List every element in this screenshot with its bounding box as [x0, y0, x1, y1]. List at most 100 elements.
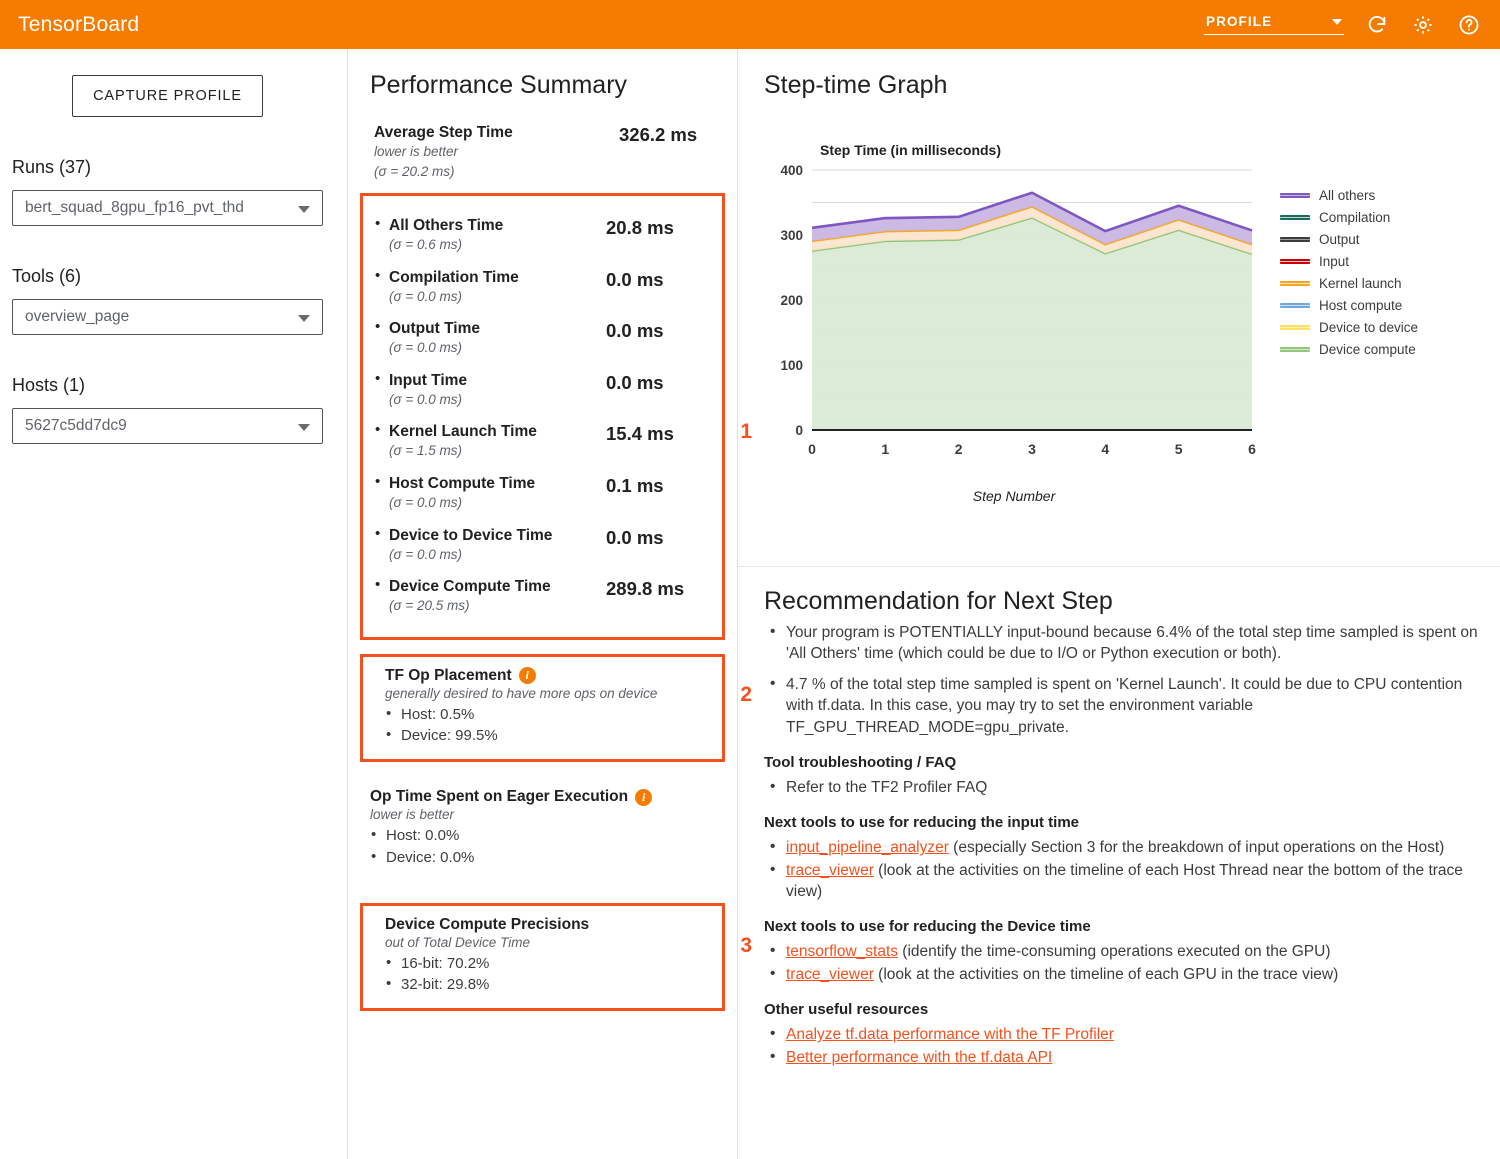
svg-text:6: 6	[1248, 441, 1256, 457]
recommendation-title: Recommendation for Next Step	[764, 587, 1113, 615]
hosts-select[interactable]: 5627c5dd7dc9	[12, 408, 323, 444]
tool-link[interactable]: tensorflow_stats	[786, 943, 898, 960]
step-time-chart[interactable]: 0 100 200 300 400 0 1 2 3 4 5 6 All others Compilati…	[764, 158, 1500, 488]
device-compute-precisions-hint: out of Total Device Time	[385, 934, 530, 950]
plugin-selector[interactable]: PROFILE	[1204, 14, 1344, 35]
chevron-down-icon	[1332, 18, 1342, 25]
tool-link[interactable]: trace_viewer	[786, 966, 874, 983]
device-compute-precisions-title: Device Compute Precisions	[385, 915, 590, 933]
chart-legend: All others Compilation Output Input Kernel l…	[1280, 184, 1418, 360]
legend-label: Output	[1319, 231, 1360, 247]
runs-select-value: bert_squad_8gpu_fp16_pvt_thd	[25, 199, 244, 216]
legend-swatch	[1280, 346, 1310, 352]
breakdown-highlight-box: 1 All Others Time (σ = 0.6 ms) 20.8 ms Comp…	[360, 193, 752, 640]
step-time-graph-card: Step-time Graph Step Time (in millisecon…	[738, 49, 1500, 567]
input-tools-list: input_pipeline_analyzer (especially Sect…	[764, 836, 1480, 903]
tool-link-item: Analyze tf.data performance with the TF …	[764, 1023, 1480, 1045]
legend-label: Device compute	[1319, 341, 1416, 357]
metric-sigma: (σ = 0.0 ms)	[389, 288, 463, 304]
svg-text:1: 1	[881, 441, 889, 457]
help-icon[interactable]	[1456, 12, 1482, 38]
tf-op-placement-device: Device: 99.5%	[385, 724, 712, 747]
info-icon[interactable]: i	[518, 667, 536, 685]
chevron-down-icon	[298, 206, 310, 213]
chart-subtitle: Step Time (in milliseconds)	[820, 142, 1002, 158]
metric-row: Input Time (σ = 0.0 ms) 0.0 ms	[363, 365, 718, 417]
tools-label: Tools (6)	[12, 266, 82, 286]
tool-link[interactable]: Better performance with the tf.data API	[786, 1049, 1052, 1066]
tool-link-item: trace_viewer (look at the activities on …	[764, 963, 1480, 985]
runs-select[interactable]: bert_squad_8gpu_fp16_pvt_thd	[12, 190, 323, 226]
legend-label: Compilation	[1319, 209, 1391, 225]
legend-item[interactable]: Input	[1280, 250, 1418, 272]
svg-text:200: 200	[780, 293, 803, 308]
top-bar-actions: PROFILE	[1204, 12, 1482, 38]
svg-text:300: 300	[780, 228, 803, 243]
metric-row: Host Compute Time (σ = 0.0 ms) 0.1 ms	[363, 468, 718, 520]
refresh-icon[interactable]	[1364, 12, 1390, 38]
tools-select[interactable]: overview_page	[12, 299, 323, 335]
metric-value: 0.0 ms	[606, 526, 664, 548]
faq-head: Tool troubleshooting / FAQ	[764, 753, 957, 771]
legend-swatch	[1280, 236, 1310, 242]
eager-execution-title: Op Time Spent on Eager Execution	[370, 788, 629, 806]
gear-icon[interactable]	[1410, 12, 1436, 38]
legend-label: Device to device	[1319, 319, 1419, 335]
capture-profile-button[interactable]: CAPTURE PROFILE	[72, 75, 263, 117]
faq-item: Refer to the TF2 Profiler FAQ	[764, 776, 1480, 798]
metric-value: 0.0 ms	[606, 268, 664, 290]
metric-label: Compilation Time	[389, 268, 519, 286]
metric-label: Output Time	[389, 320, 480, 338]
legend-item[interactable]: Kernel launch	[1280, 272, 1418, 294]
tool-link[interactable]: input_pipeline_analyzer	[786, 839, 949, 856]
metric-value: 15.4 ms	[606, 423, 674, 445]
legend-item[interactable]: Device compute	[1280, 338, 1418, 360]
other-resources-head: Other useful resources	[764, 1001, 929, 1019]
metric-sigma: (σ = 0.0 ms)	[389, 391, 463, 407]
time-breakdown-list: All Others Time (σ = 0.6 ms) 20.8 ms Compil…	[363, 196, 722, 637]
runs-label: Runs (37)	[12, 157, 92, 177]
device-tools-list: tensorflow_stats (identify the time-cons…	[764, 940, 1480, 985]
legend-swatch	[1280, 258, 1310, 264]
legend-label: Host compute	[1319, 297, 1403, 313]
tool-link[interactable]: Analyze tf.data performance with the TF …	[786, 1026, 1114, 1043]
svg-text:3: 3	[1028, 441, 1036, 457]
metric-label: Kernel Launch Time	[389, 423, 537, 441]
legend-item[interactable]: Compilation	[1280, 206, 1418, 228]
tool-link-item: Better performance with the tf.data API	[764, 1045, 1480, 1068]
device-tools-head: Next tools to use for reducing the Devic…	[764, 918, 1091, 936]
eager-execution-hint: lower is better	[370, 807, 455, 823]
metric-label: Device Compute Time	[389, 578, 551, 596]
metric-row: Output Time (σ = 0.0 ms) 0.0 ms	[363, 313, 718, 365]
legend-item[interactable]: Output	[1280, 228, 1418, 250]
metric-label: Host Compute Time	[389, 474, 536, 492]
chevron-down-icon	[298, 424, 310, 431]
other-resources-list: Analyze tf.data performance with the TF …	[764, 1023, 1480, 1068]
tool-link-item: trace_viewer (look at the activities on …	[764, 859, 1480, 903]
info-icon[interactable]: i	[635, 788, 653, 806]
svg-text:400: 400	[780, 163, 803, 178]
metric-sigma: (σ = 20.5 ms)	[389, 598, 470, 614]
tf-op-placement-hint: generally desired to have more ops on de…	[385, 685, 658, 701]
metric-label: Input Time	[389, 371, 468, 389]
svg-text:100: 100	[780, 358, 803, 373]
legend-item[interactable]: Host compute	[1280, 294, 1418, 316]
legend-swatch	[1280, 324, 1310, 330]
average-step-time-label: Average Step Time	[374, 124, 513, 141]
tool-link[interactable]: trace_viewer	[786, 862, 874, 879]
recommendation-bullet: 4.7 % of the total step time sampled is …	[764, 673, 1480, 738]
tf-op-placement-section: TF Op Placement i generally desired to h…	[363, 657, 722, 760]
legend-item[interactable]: All others	[1280, 184, 1418, 206]
svg-text:2: 2	[955, 441, 963, 457]
tf-op-placement-title: TF Op Placement	[385, 666, 512, 684]
metric-value: 0.1 ms	[606, 474, 664, 496]
legend-label: All others	[1319, 187, 1376, 203]
eager-execution-host: Host: 0.0%	[370, 824, 727, 847]
metric-row: Device Compute Time (σ = 20.5 ms) 289.8 ms	[363, 571, 718, 623]
metric-sigma: (σ = 0.0 ms)	[389, 494, 463, 510]
device-compute-precisions-section: Device Compute Precisions out of Total D…	[363, 906, 722, 1009]
legend-item[interactable]: Device to device	[1280, 316, 1418, 338]
recommendation-card: Recommendation for Next Step Your progra…	[738, 567, 1500, 1159]
metric-sigma: (σ = 0.0 ms)	[389, 546, 463, 562]
metric-sigma: (σ = 0.0 ms)	[389, 340, 463, 356]
